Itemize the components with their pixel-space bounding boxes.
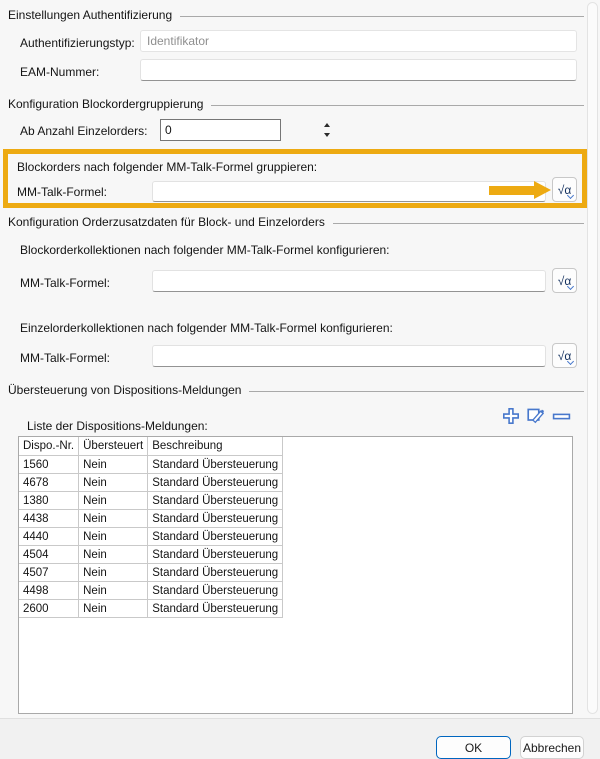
- input-mmtalk-block[interactable]: [152, 270, 546, 292]
- input-mmtalk-single[interactable]: [152, 345, 546, 367]
- label-mmtalk-block: MM-Talk-Formel:: [20, 276, 110, 290]
- table-row[interactable]: 4504NeinStandard Übersteuerung: [19, 546, 283, 564]
- input-auth-type: [140, 30, 577, 52]
- caption-group-formula: Blockorders nach folgender MM-Talk-Forme…: [17, 160, 317, 174]
- table-cell: Nein: [79, 492, 148, 510]
- table-cell: Standard Übersteuerung: [148, 546, 283, 564]
- table-cell: Nein: [79, 528, 148, 546]
- table-cell: 2600: [19, 600, 79, 618]
- min-orders-input[interactable]: [161, 120, 324, 140]
- section-divider: [180, 16, 584, 17]
- section-title: Einstellungen Authentifizierung: [8, 8, 172, 22]
- formula-editor-button-single[interactable]: √α: [552, 343, 577, 368]
- plus-icon: [502, 407, 520, 425]
- chevron-down-icon: [567, 192, 574, 199]
- table-cell: Standard Übersteuerung: [148, 600, 283, 618]
- cancel-button[interactable]: Abbrechen: [520, 736, 584, 759]
- formula-editor-button-block[interactable]: √α: [552, 268, 577, 293]
- minus-icon: [552, 411, 571, 422]
- chevron-down-icon: [324, 133, 330, 137]
- table-cell: Standard Übersteuerung: [148, 564, 283, 582]
- section-title: Übersteuerung von Dispositions-Meldungen: [8, 383, 241, 397]
- table-cell: 4498: [19, 582, 79, 600]
- add-button[interactable]: [502, 407, 520, 425]
- table-cell: Nein: [79, 474, 148, 492]
- label-mmtalk-single: MM-Talk-Formel:: [20, 351, 110, 365]
- section-header-dispo: Übersteuerung von Dispositions-Meldungen: [8, 383, 584, 397]
- table-cell: Nein: [79, 546, 148, 564]
- min-orders-spinner[interactable]: [160, 119, 281, 141]
- annotation-arrow-icon: [489, 181, 552, 200]
- remove-button[interactable]: [552, 411, 571, 422]
- section-title: Konfiguration Orderzusatzdaten für Block…: [8, 215, 325, 229]
- edit-icon: [526, 405, 546, 425]
- settings-dialog: Einstellungen Authentifizierung Authenti…: [0, 0, 600, 759]
- dispo-table-body: 1560NeinStandard Übersteuerung4678NeinSt…: [19, 456, 283, 618]
- table-cell: Nein: [79, 456, 148, 474]
- table-row[interactable]: 1560NeinStandard Übersteuerung: [19, 456, 283, 474]
- table-cell: Standard Übersteuerung: [148, 456, 283, 474]
- col-header-dispo-nr[interactable]: Dispo.-Nr.: [19, 437, 79, 456]
- section-header-orderdata: Konfiguration Orderzusatzdaten für Block…: [8, 215, 584, 229]
- table-row[interactable]: 4438NeinStandard Übersteuerung: [19, 510, 283, 528]
- table-cell: Standard Übersteuerung: [148, 528, 283, 546]
- chevron-down-icon: [567, 283, 574, 290]
- input-eam-number[interactable]: [140, 59, 577, 81]
- formula-editor-button-group[interactable]: √α: [552, 177, 577, 202]
- label-min-orders: Ab Anzahl Einzelorders:: [20, 124, 147, 138]
- table-cell: Nein: [79, 600, 148, 618]
- table-cell: Standard Übersteuerung: [148, 510, 283, 528]
- table-row[interactable]: 2600NeinStandard Übersteuerung: [19, 600, 283, 618]
- ok-button[interactable]: OK: [436, 736, 511, 759]
- edit-button[interactable]: [526, 405, 546, 425]
- table-cell: Standard Übersteuerung: [148, 582, 283, 600]
- section-header-grouping: Konfiguration Blockordergruppierung: [8, 97, 584, 111]
- table-cell: 4678: [19, 474, 79, 492]
- table-row[interactable]: 1380NeinStandard Übersteuerung: [19, 492, 283, 510]
- spinner-down-button[interactable]: [324, 130, 330, 140]
- label-eam-number: EAM-Nummer:: [20, 65, 99, 79]
- table-row[interactable]: 4507NeinStandard Übersteuerung: [19, 564, 283, 582]
- chevron-up-icon: [324, 123, 330, 127]
- input-mmtalk-group[interactable]: [152, 181, 546, 202]
- table-cell: Nein: [79, 510, 148, 528]
- section-divider: [211, 105, 584, 106]
- table-cell: 4438: [19, 510, 79, 528]
- table-cell: 4504: [19, 546, 79, 564]
- spinner-up-button[interactable]: [324, 120, 330, 130]
- label-dispo-list: Liste der Dispositions-Meldungen:: [27, 419, 208, 433]
- chevron-down-icon: [567, 358, 574, 365]
- table-cell: Standard Übersteuerung: [148, 492, 283, 510]
- table-cell: 4507: [19, 564, 79, 582]
- dispo-table[interactable]: Dispo.-Nr. Übersteuert Beschreibung 1560…: [18, 436, 573, 714]
- section-header-auth: Einstellungen Authentifizierung: [8, 8, 584, 22]
- table-cell: Nein: [79, 564, 148, 582]
- caption-single-collections: Einzelorderkollektionen nach folgender M…: [20, 321, 393, 335]
- section-divider: [249, 391, 584, 392]
- label-auth-type: Authentifizierungstyp:: [20, 36, 135, 50]
- table-cell: 1560: [19, 456, 79, 474]
- table-cell: Nein: [79, 582, 148, 600]
- col-header-beschreibung[interactable]: Beschreibung: [148, 437, 283, 456]
- table-row[interactable]: 4440NeinStandard Übersteuerung: [19, 528, 283, 546]
- table-cell: Standard Übersteuerung: [148, 474, 283, 492]
- table-cell: 1380: [19, 492, 79, 510]
- table-row[interactable]: 4498NeinStandard Übersteuerung: [19, 582, 283, 600]
- col-header-uebersteuert[interactable]: Übersteuert: [79, 437, 148, 456]
- section-divider: [333, 223, 584, 224]
- table-row[interactable]: 4678NeinStandard Übersteuerung: [19, 474, 283, 492]
- caption-block-collections: Blockorderkollektionen nach folgender MM…: [20, 243, 390, 257]
- scrollbar-track[interactable]: [587, 2, 598, 714]
- table-header-row: Dispo.-Nr. Übersteuert Beschreibung: [19, 437, 283, 456]
- label-mmtalk-group: MM-Talk-Formel:: [17, 185, 107, 199]
- table-cell: 4440: [19, 528, 79, 546]
- section-title: Konfiguration Blockordergruppierung: [8, 97, 203, 111]
